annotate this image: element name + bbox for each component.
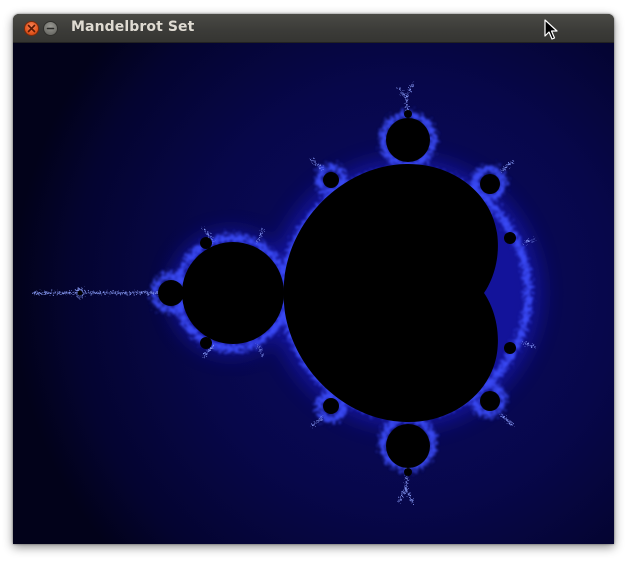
upper-left-bulb bbox=[323, 172, 339, 188]
top-bulb bbox=[386, 118, 430, 162]
lower-left-bulb bbox=[323, 398, 339, 414]
mouse-cursor-icon bbox=[544, 19, 558, 40]
left-small-bulb bbox=[158, 280, 184, 306]
window-title: Mandelbrot Set bbox=[71, 19, 195, 35]
period-2-bulb bbox=[182, 242, 284, 344]
mandelbrot-drawing bbox=[13, 43, 614, 544]
tiny-bulb bbox=[77, 290, 83, 296]
bottom-bulb bbox=[386, 424, 430, 468]
right-bulb-bottom bbox=[504, 342, 516, 354]
p2-bottom-bulb bbox=[200, 337, 212, 349]
bottom-mini-bulb bbox=[404, 468, 412, 476]
p2-top-bulb bbox=[200, 237, 212, 249]
app-window: Mandelbrot Set bbox=[13, 14, 614, 544]
upper-right-bulb bbox=[480, 174, 500, 194]
close-icon bbox=[27, 24, 36, 33]
title-bar[interactable]: Mandelbrot Set bbox=[13, 14, 614, 43]
right-bulb-top bbox=[504, 232, 516, 244]
close-button[interactable] bbox=[24, 21, 39, 36]
minimize-icon bbox=[46, 27, 55, 30]
fractal-canvas[interactable] bbox=[13, 43, 614, 544]
lower-right-bulb bbox=[480, 391, 500, 411]
minimize-button[interactable] bbox=[43, 21, 58, 36]
top-mini-bulb bbox=[404, 110, 412, 118]
